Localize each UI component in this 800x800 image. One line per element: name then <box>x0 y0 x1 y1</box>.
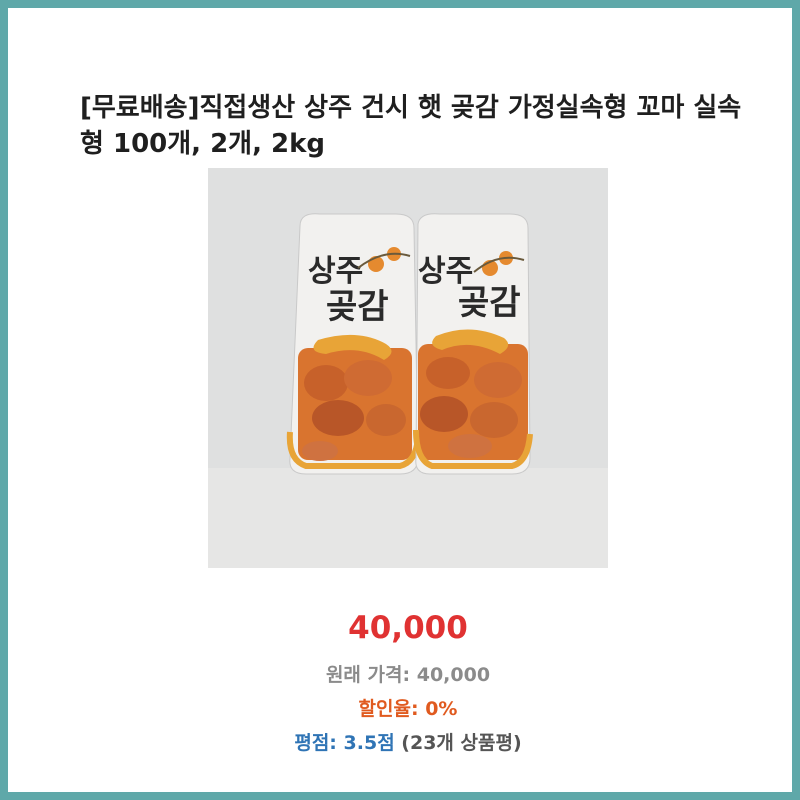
card-frame: [무료배송]직접생산 상주 건시 햇 곶감 가정실속형 꼬마 실속형 100개,… <box>0 0 800 800</box>
persimmon-bag-left: 상주 곶감 <box>286 213 421 475</box>
package-label-gotgam-left: 곶감 <box>326 287 389 327</box>
discount-value: 0% <box>425 698 458 720</box>
discount-row: 할인율: 0% <box>8 694 800 721</box>
sale-price: 40,000 <box>348 610 468 646</box>
persimmon-bag-right: 상주 곶감 <box>413 213 533 475</box>
product-photo-svg: 상주 곶감 상주 곶감 <box>208 168 608 568</box>
review-count[interactable]: (23개 상품평) <box>401 732 521 754</box>
discount-label: 할인율: <box>358 698 419 720</box>
rating-label: 평점: <box>294 732 337 754</box>
rating-row: 평점: 3.5점 (23개 상품평) <box>8 728 800 755</box>
original-price-label: 원래 가격: <box>325 664 411 686</box>
original-price-value: 40,000 <box>416 664 491 686</box>
package-label-sangju-left: 상주 <box>308 254 363 289</box>
product-image[interactable]: 상주 곶감 상주 곶감 <box>208 168 608 568</box>
rating-score: 3.5점 <box>343 732 395 754</box>
original-price-row: 원래 가격: 40,000 <box>8 660 800 687</box>
package-label-gotgam-right: 곶감 <box>458 283 521 323</box>
product-title[interactable]: [무료배송]직접생산 상주 건시 햇 곶감 가정실속형 꼬마 실속형 100개,… <box>80 90 760 162</box>
